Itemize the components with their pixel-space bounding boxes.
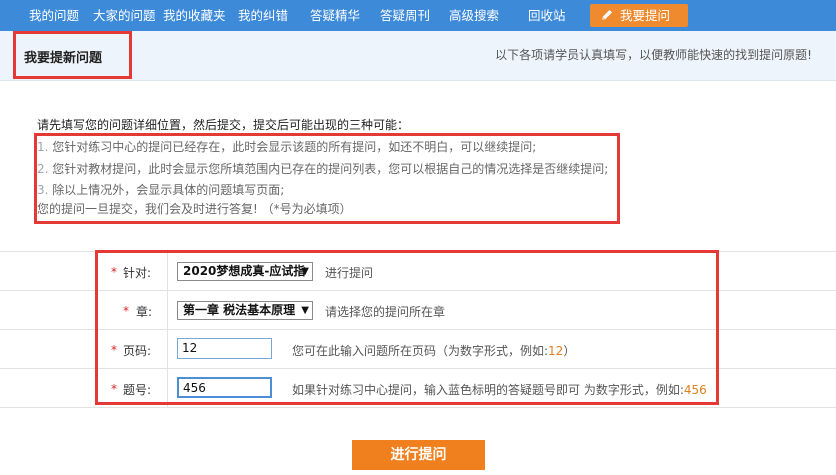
target-hint: 进行提问 [325,266,374,280]
page-hint-example: 12 [548,344,564,358]
top-nav: 我的问题 大家的问题 我的收藏夹 我的纠错 答疑精华 答疑周刊 高级搜索 回收站… [0,0,836,31]
instruction-line-3: 3. 除以上情况外，会显示具体的问题填写页面; [37,181,284,198]
page-hint-close: ） [563,344,576,358]
form-row-question-number: * 题号: 456 如果针对练习中心提问，输入蓝色标明的答疑题号即可 为数字形式… [0,369,836,408]
nav-qa-weekly[interactable]: 答疑周刊 [380,0,430,31]
form-row-target: * 针对: 2020梦想成真-应试指 ▼ 进行提问 [0,252,836,291]
required-mark: * [111,343,117,357]
page-hint: 您可在此输入问题所在页码（为数字形式，例如:12） [292,342,575,359]
chapter-label: 章: [136,305,153,319]
target-select[interactable]: 2020梦想成真-应试指 ▼ [177,262,313,281]
required-mark: * [111,265,117,279]
header-note: 以下各项请学员认真填写，以便教师能快速的找到提问原题! [495,48,812,62]
form-row-chapter: * 章: 第一章 税法基本原理 ▼ 请选择您的提问所在章 [0,291,836,330]
required-mark: * [123,304,129,318]
required-mark: * [111,382,117,396]
submit-question-button[interactable]: 进行提问 [352,440,485,470]
nav-my-corrections[interactable]: 我的纠错 [238,0,288,31]
instructions-heading: 请先填写您的问题详细位置，然后提交，提交后可能出现的三种可能： [37,118,410,132]
question-number-label: 题号: [123,383,152,397]
chapter-hint: 请选择您的提问所在章 [325,305,446,319]
label-cell: * 页码: [0,330,168,368]
label-cell: * 章: [0,291,168,329]
page-label: 页码: [123,344,152,358]
page-title: 我要提新问题 [24,51,103,66]
question-form: * 针对: 2020梦想成真-应试指 ▼ 进行提问 * 章: 第一章 税法基本原… [0,251,836,408]
instruction-line-2: 2. 您针对教材提问，此时会显示您所填范围内已存在的提问列表，您可以根据自己的情… [37,160,608,177]
question-number-input[interactable]: 456 [177,377,272,398]
ask-question-label: 我要提问 [620,8,671,23]
instruction-number: 1. [37,140,49,154]
target-select-value: 2020梦想成真-应试指 [183,264,306,278]
instruction-text: 除以上情况外，会显示具体的问题填写页面; [52,183,285,197]
pencil-icon [602,10,612,20]
instruction-number: 2. [37,162,49,176]
label-cell: * 针对: [0,252,168,290]
instruction-line-1: 1. 您针对练习中心的提问已经存在，此时会显示该题的所有提问，如还不明白，可以继… [37,138,536,155]
label-cell: * 题号: [0,369,168,407]
target-label: 针对: [123,266,152,280]
chapter-select[interactable]: 第一章 税法基本原理 ▼ [177,301,313,320]
question-number-hint: 如果针对练习中心提问，输入蓝色标明的答疑题号即可 为数字形式，例如:456 [292,381,707,398]
page-hint-text: 您可在此输入问题所在页码（为数字形式，例如: [292,344,549,358]
nav-all-questions[interactable]: 大家的问题 [93,0,156,31]
instruction-text: 您针对教材提问，此时会显示您所填范围内已存在的提问列表，您可以根据自己的情况选择… [52,162,609,176]
nav-recycle-bin[interactable]: 回收站 [528,0,566,31]
instructions-footer: 您的提问一旦提交，我们会及时进行答复! （*号为必填项） [37,202,352,216]
form-row-page: * 页码: 12 您可在此输入问题所在页码（为数字形式，例如:12） [0,330,836,369]
dropdown-arrow-icon: ▼ [301,266,309,277]
question-hint-example: 456 [683,383,707,397]
nav-qa-highlights[interactable]: 答疑精华 [310,0,360,31]
ask-question-button[interactable]: 我要提问 [590,4,688,27]
instruction-number: 3. [37,183,49,197]
dropdown-arrow-icon: ▼ [301,305,309,316]
nav-my-questions[interactable]: 我的问题 [29,0,79,31]
chapter-select-value: 第一章 税法基本原理 [183,303,296,317]
page-number-input[interactable]: 12 [177,338,272,359]
nav-advanced-search[interactable]: 高级搜索 [449,0,499,31]
instruction-text: 您针对练习中心的提问已经存在，此时会显示该题的所有提问，如还不明白，可以继续提问… [52,140,537,154]
nav-my-favorites[interactable]: 我的收藏夹 [163,0,226,31]
question-hint-text: 如果针对练习中心提问，输入蓝色标明的答疑题号即可 为数字形式，例如: [292,383,684,397]
